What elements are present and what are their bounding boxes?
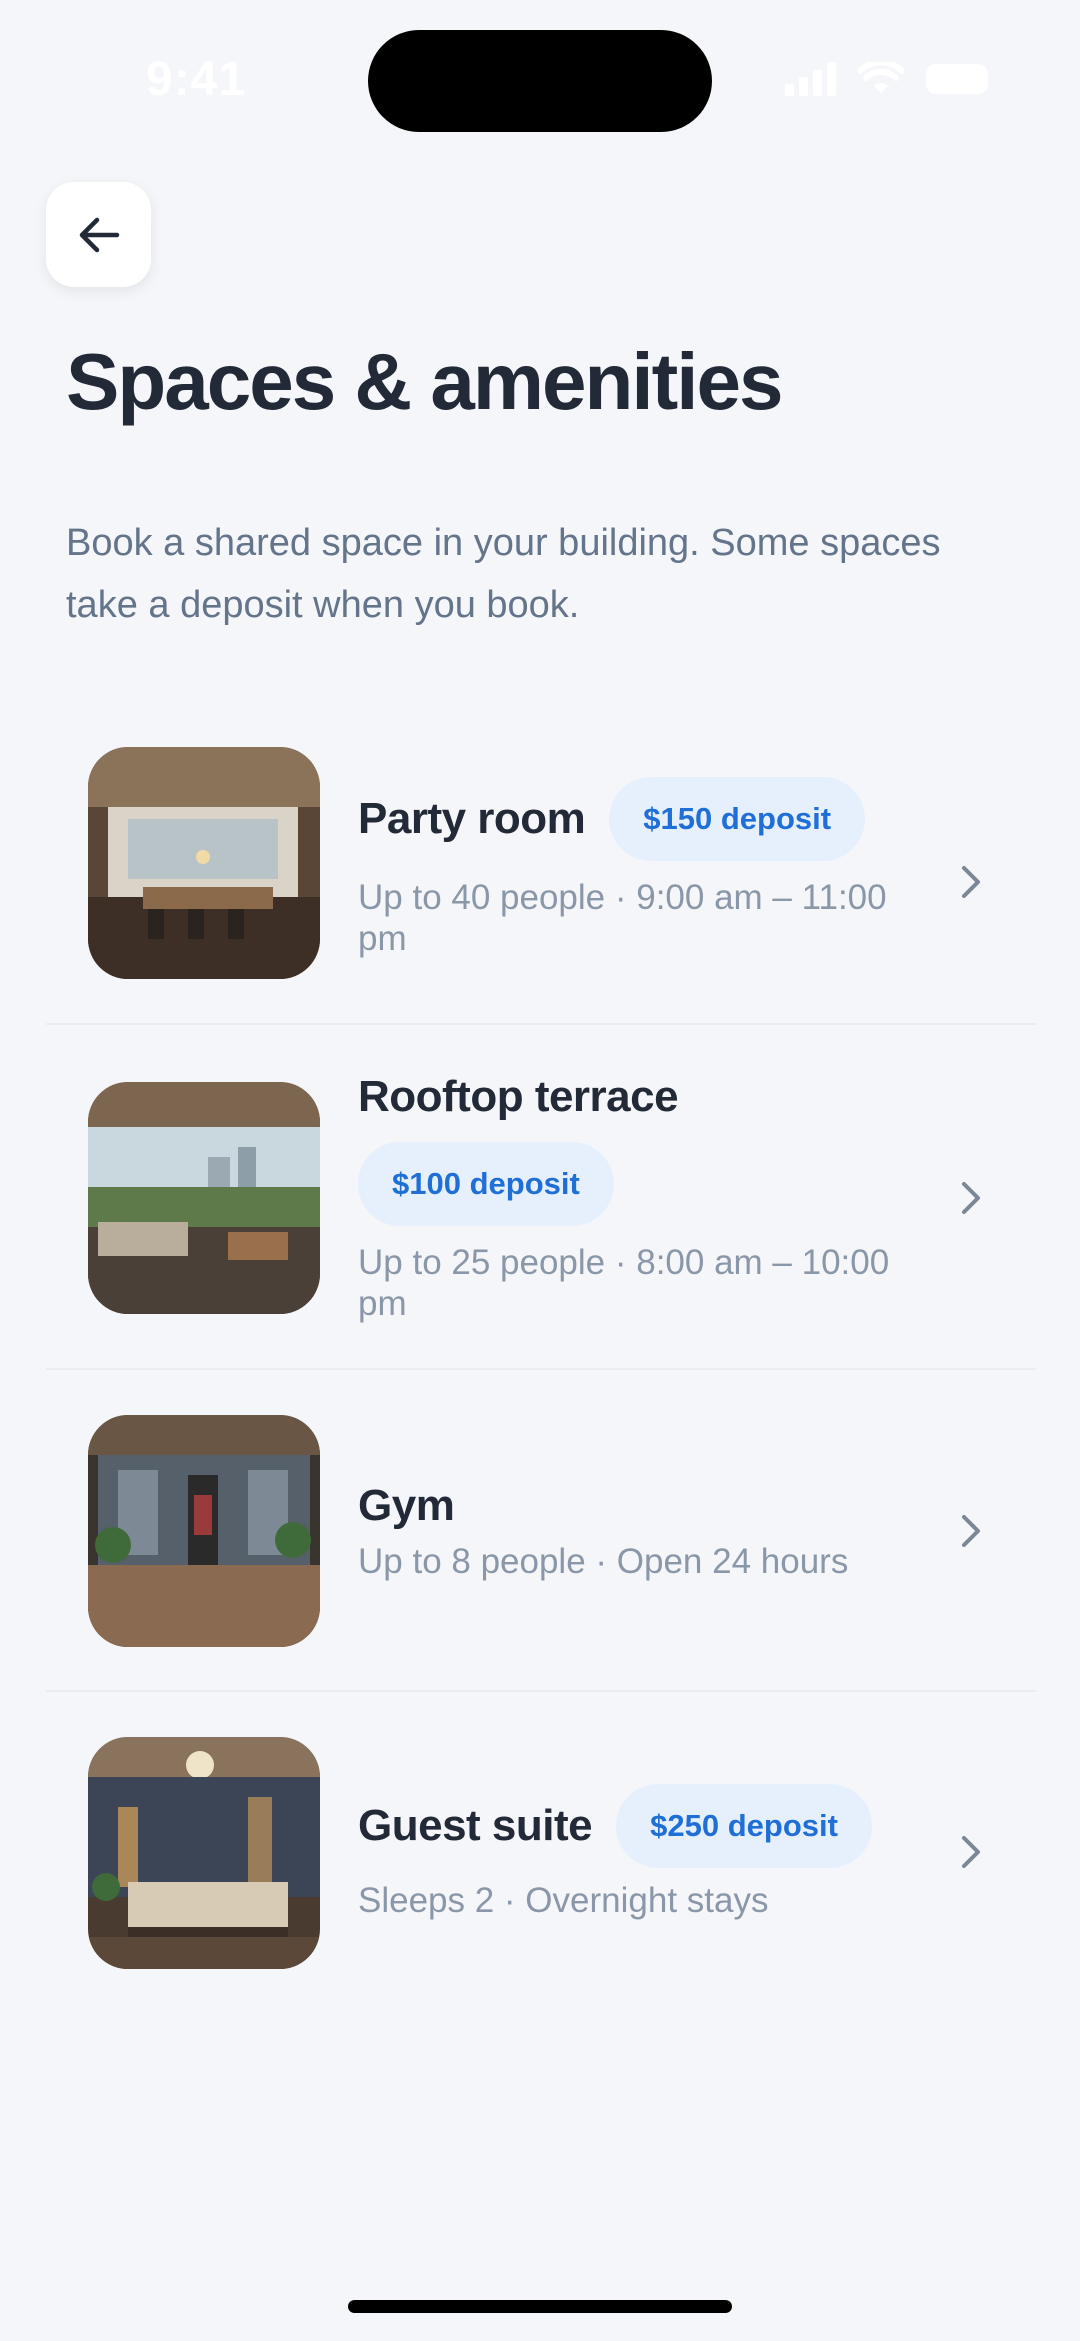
space-item-rooftop-terrace[interactable]: Rooftop terrace $100 deposit Up to 25 pe…: [46, 1026, 1036, 1370]
party-room-photo: [88, 747, 320, 979]
divider: [46, 1023, 1036, 1025]
battery-icon: [926, 64, 988, 94]
chevron-right-icon: [962, 866, 980, 898]
chevron-right-icon: [962, 1836, 980, 1868]
deposit-badge: $150 deposit: [609, 777, 866, 861]
space-item-gym[interactable]: Gym Up to 8 people · Open 24 hours: [46, 1370, 1036, 1692]
cellular-signal-icon: [785, 62, 836, 96]
page-title: Spaces & amenities: [66, 337, 783, 426]
status-icons: [785, 62, 988, 96]
home-indicator: [348, 2300, 732, 2313]
space-item-party-room[interactable]: Party room $150 deposit Up to 40 people …: [46, 730, 1036, 1026]
page-subtitle: Book a shared space in your building. So…: [66, 522, 941, 626]
wifi-icon: [858, 62, 904, 93]
dynamic-island: [368, 30, 712, 132]
deposit-badge: $250 deposit: [616, 1783, 872, 1868]
space-details: Up to 8 people · Open 24 hours: [358, 1541, 849, 1581]
deposit-badge: $100 deposit: [358, 1142, 614, 1226]
space-details: Up to 40 people · 9:00 am – 11:00 pm: [358, 878, 887, 958]
rooftop-terrace-photo: [88, 1082, 320, 1314]
space-title: Party room: [358, 794, 586, 843]
chevron-right-icon: [962, 1182, 980, 1214]
back-button[interactable]: [46, 182, 151, 287]
space-title: Guest suite: [358, 1800, 593, 1850]
space-details: Sleeps 2 · Overnight stays: [358, 1880, 769, 1920]
chevron-right-icon: [962, 1515, 980, 1547]
space-details: Up to 25 people · 8:00 am – 10:00 pm: [358, 1243, 890, 1323]
space-title: Rooftop terrace: [358, 1072, 679, 1121]
guest-suite-photo: [88, 1737, 320, 1969]
arrow-left-icon: [79, 217, 119, 252]
status-bar: 9:41: [0, 0, 1080, 160]
space-title: Gym: [358, 1480, 455, 1530]
space-item-guest-suite[interactable]: Guest suite $250 deposit Sleeps 2 · Over…: [46, 1692, 1036, 2012]
gym-photo: [88, 1415, 320, 1647]
status-time: 9:41: [146, 53, 247, 106]
